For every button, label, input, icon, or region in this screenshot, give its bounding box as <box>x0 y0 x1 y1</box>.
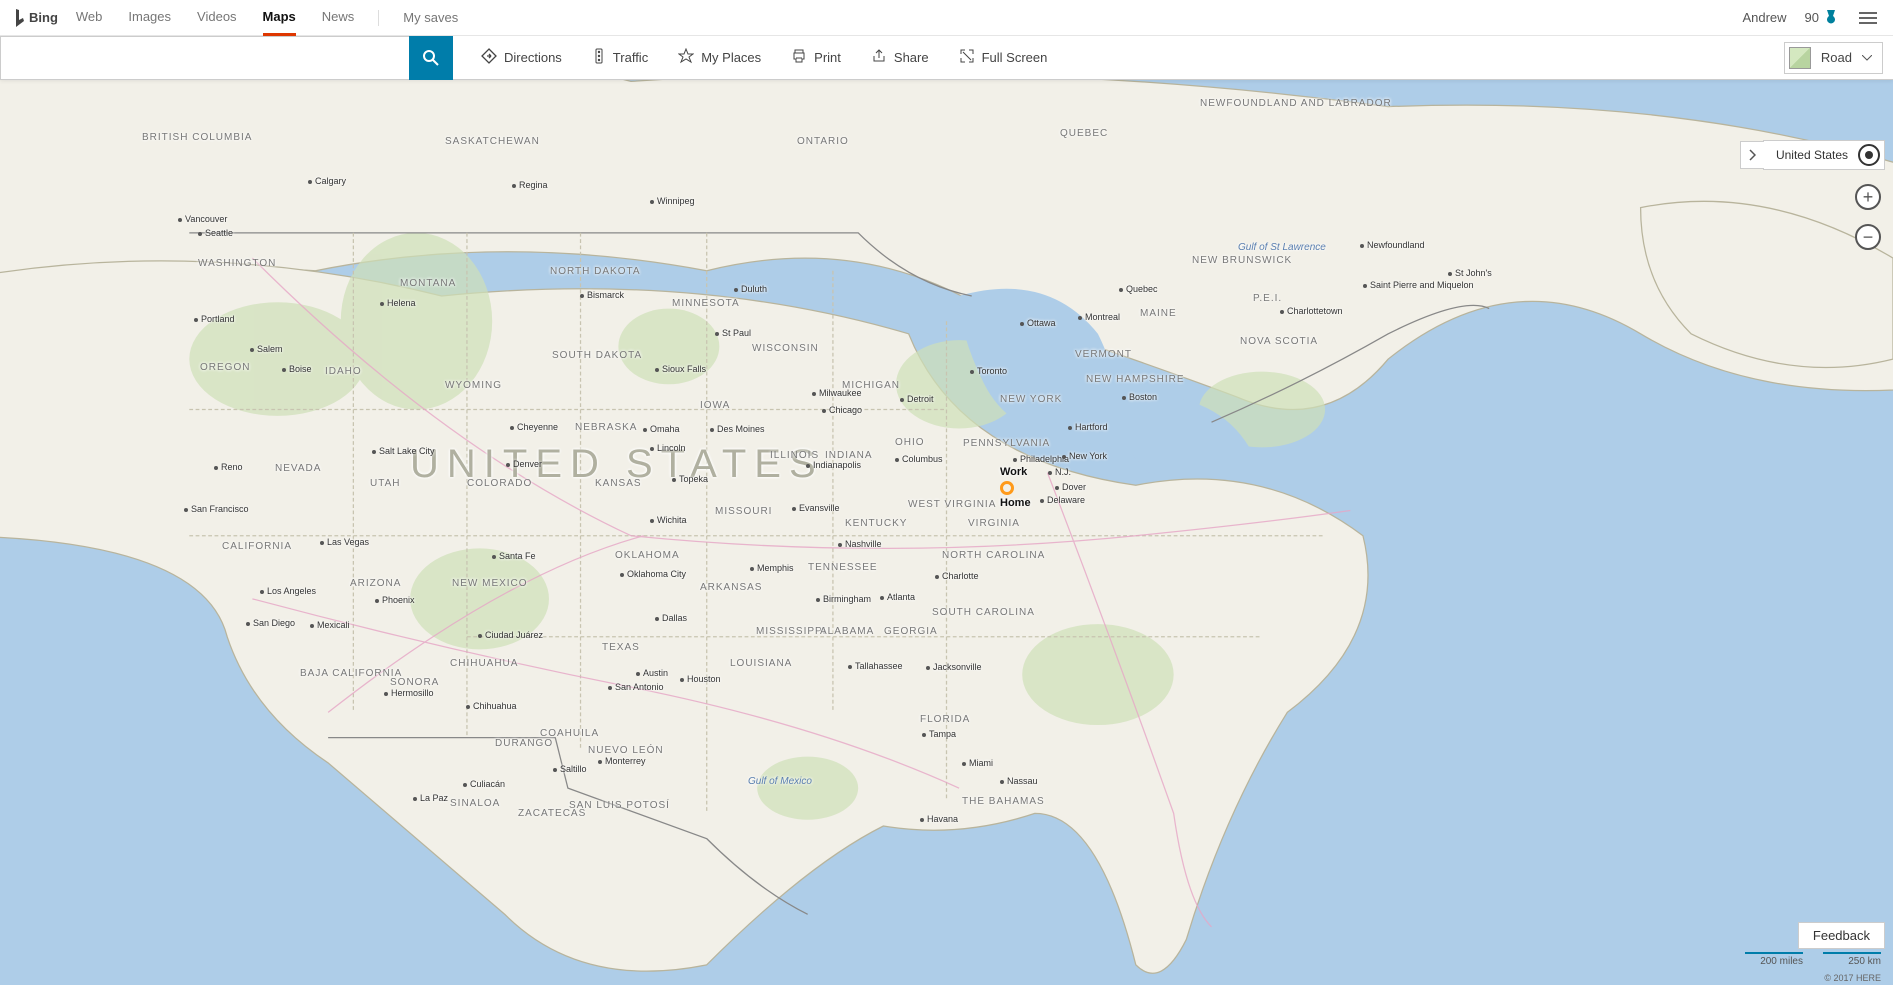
search-icon <box>422 49 440 67</box>
toolbar-print[interactable]: Print <box>791 48 841 67</box>
map-canvas[interactable]: United States + − Feedback 200 miles 250… <box>0 36 1893 985</box>
user-name[interactable]: Andrew <box>1742 10 1786 25</box>
toolbar-my-places[interactable]: My Places <box>678 48 761 67</box>
feedback-button[interactable]: Feedback <box>1798 922 1885 949</box>
rewards-points: 90 <box>1805 10 1819 25</box>
bing-logo[interactable]: Bing <box>14 9 58 27</box>
primary-nav: Web Images Videos Maps News <box>76 0 354 36</box>
map-toolbar: Directions Traffic My Places Print Share Full… <box>0 36 1893 80</box>
toolbar-item-label: Traffic <box>613 50 648 65</box>
toolbar-item-label: Full Screen <box>982 50 1048 65</box>
map-style-thumbnail <box>1789 47 1811 69</box>
map-terrain <box>0 36 1893 985</box>
bing-logo-icon <box>14 9 26 27</box>
location-pill: United States <box>1763 140 1885 170</box>
secondary-nav: My saves <box>403 1 458 34</box>
location-name: United States <box>1776 148 1848 162</box>
toolbar-item-label: Share <box>894 50 929 65</box>
rewards-badge[interactable]: 90 <box>1805 10 1837 26</box>
feedback-label: Feedback <box>1813 928 1870 943</box>
user-pin-icon[interactable] <box>1000 481 1014 495</box>
nav-news[interactable]: News <box>322 0 355 36</box>
nav-maps[interactable]: Maps <box>263 0 296 36</box>
logo-text: Bing <box>29 10 58 25</box>
search-wrap <box>0 36 453 80</box>
nav-videos[interactable]: Videos <box>197 0 237 36</box>
map-style-label: Road <box>1821 50 1852 65</box>
toolbar-directions[interactable]: Directions <box>481 48 562 67</box>
search-button[interactable] <box>409 36 453 80</box>
toolbar-traffic[interactable]: Traffic <box>592 48 648 67</box>
menu-button[interactable] <box>1855 8 1881 28</box>
toolbar-item-label: Directions <box>504 50 562 65</box>
nav-web[interactable]: Web <box>76 0 103 36</box>
header-right: Andrew 90 <box>1742 8 1881 28</box>
scale-bar: 200 miles 250 km <box>1745 952 1881 967</box>
zoom-in-button[interactable]: + <box>1855 184 1881 210</box>
star-icon <box>678 48 694 67</box>
chevron-right-icon <box>1748 149 1756 161</box>
print-icon <box>791 48 807 67</box>
nav-separator <box>378 10 379 26</box>
directions-icon <box>481 48 497 67</box>
toolbar-full-screen[interactable]: Full Screen <box>959 48 1048 67</box>
toolbar-item-label: Print <box>814 50 841 65</box>
map-style-selector[interactable]: Road <box>1784 42 1883 74</box>
location-expand-button[interactable] <box>1740 141 1764 169</box>
toolbar-items: Directions Traffic My Places Print Share Full… <box>481 48 1047 67</box>
locate-me-button[interactable] <box>1858 144 1880 166</box>
scale-km: 250 km <box>1823 952 1881 967</box>
nav-images[interactable]: Images <box>128 0 171 36</box>
fullscreen-icon <box>959 48 975 67</box>
zoom-out-button[interactable]: − <box>1855 224 1881 250</box>
traffic-icon <box>592 48 606 67</box>
toolbar-share[interactable]: Share <box>871 48 929 67</box>
chevron-down-icon <box>1862 55 1872 61</box>
top-header: Bing Web Images Videos Maps News My saves An… <box>0 0 1893 36</box>
toolbar-item-label: My Places <box>701 50 761 65</box>
nav-my-saves[interactable]: My saves <box>403 1 458 34</box>
search-input[interactable] <box>0 36 409 80</box>
zoom-controls: + − <box>1855 184 1881 250</box>
map-copyright: © 2017 HERE <box>1824 973 1881 983</box>
rewards-medal-icon <box>1825 10 1837 26</box>
scale-miles: 200 miles <box>1745 952 1803 967</box>
share-icon <box>871 48 887 67</box>
